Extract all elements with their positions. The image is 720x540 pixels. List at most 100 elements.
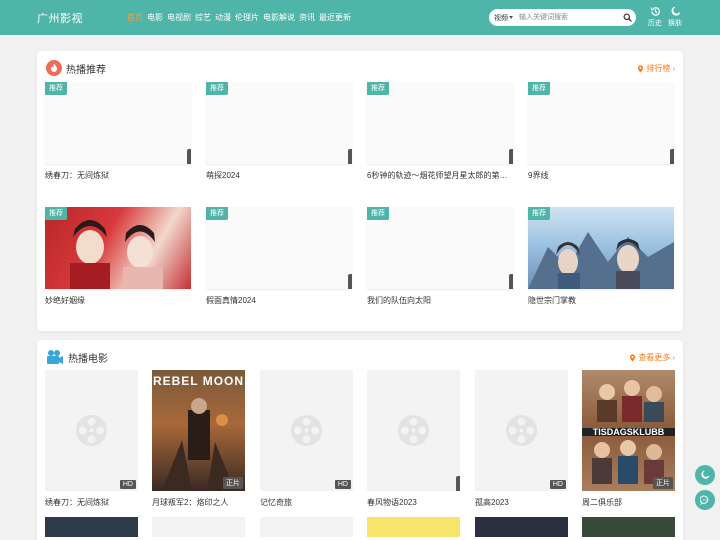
- poster: REBEL MOON 正片: [152, 370, 245, 491]
- film-reel-icon: [505, 414, 538, 447]
- video-card[interactable]: 推荐 我们的队伍向太阳: [367, 207, 513, 306]
- main-nav: 首页 电影 电视剧 综艺 动漫 伦理片 电影解说 资讯 最近更新: [127, 12, 351, 23]
- movie-card-peek[interactable]: [45, 517, 138, 537]
- quality-badge: HD: [119, 480, 136, 489]
- recommend-badge: 推荐: [367, 207, 389, 220]
- movie-title[interactable]: 周二俱乐部: [582, 497, 675, 508]
- chevron-right-icon: ›: [672, 64, 675, 73]
- history-button[interactable]: 历史: [645, 6, 665, 28]
- video-card[interactable]: 推荐 妙绝好姻缘: [45, 207, 191, 306]
- quality-badge: 正片: [653, 477, 673, 489]
- recommend-badge: 推荐: [45, 207, 67, 220]
- search-type-select[interactable]: 视频: [494, 13, 508, 23]
- thumbnail: 推荐: [528, 82, 674, 164]
- section-header: 热播推荐: [46, 59, 106, 77]
- movie-card[interactable]: HD 孤高2023: [475, 370, 568, 508]
- movie-card-peek[interactable]: [475, 517, 568, 537]
- location-pin-icon: [638, 64, 644, 73]
- video-title[interactable]: 妙绝好姻缘: [45, 295, 191, 306]
- poster: HD: [260, 370, 353, 491]
- video-title[interactable]: 绣春刀：无间炼狱: [45, 170, 191, 181]
- film-reel-icon: [290, 414, 323, 447]
- nav-news[interactable]: 资讯: [299, 12, 315, 23]
- theme-label: 换肤: [668, 20, 682, 27]
- movie-card[interactable]: 春风物语2023: [367, 370, 460, 508]
- movie-camera-icon: [47, 350, 63, 364]
- nav-variety[interactable]: 综艺: [195, 12, 211, 23]
- nav-commentary[interactable]: 电影解说: [263, 12, 295, 23]
- movie-card[interactable]: HD 记忆奇旅: [260, 370, 353, 508]
- recommend-badge: 推荐: [206, 82, 228, 95]
- thumbnail: 推荐: [367, 207, 513, 289]
- hot-recommend-panel: 热播推荐 排行榜 › 推荐 绣春刀：无间炼狱 推荐 萌探2024 推荐 6秒钟的…: [37, 51, 683, 331]
- movie-card[interactable]: HD 绣春刀：无间炼狱: [45, 370, 138, 508]
- quality-badge: HD: [549, 480, 566, 489]
- nav-home[interactable]: 首页: [127, 12, 143, 23]
- chat-button[interactable]: [695, 490, 715, 510]
- movie-card[interactable]: TISDAGSKLUBB 正片 周二俱乐部: [582, 370, 675, 508]
- moon-icon: [671, 6, 680, 16]
- history-label: 历史: [648, 20, 662, 27]
- section-title: 热播推荐: [66, 64, 106, 76]
- video-title[interactable]: 我们的队伍向太阳: [367, 295, 513, 306]
- poster-art: [70, 220, 163, 289]
- movie-card-peek[interactable]: [367, 517, 460, 537]
- section-title: 热播电影: [68, 353, 108, 365]
- site-logo[interactable]: 广州影视: [37, 10, 83, 26]
- poster: HD: [475, 370, 568, 491]
- section-header: 热播电影: [46, 348, 108, 366]
- moon-icon: [701, 470, 710, 479]
- movie-card-peek[interactable]: [582, 517, 675, 537]
- poster-art: [528, 232, 674, 289]
- chat-icon: [700, 495, 709, 505]
- recommend-badge: 推荐: [528, 207, 550, 220]
- nav-ethics[interactable]: 伦理片: [235, 12, 259, 23]
- ranking-label: 排行榜: [646, 64, 671, 73]
- search-input[interactable]: [519, 12, 615, 23]
- nav-latest[interactable]: 最近更新: [319, 12, 351, 23]
- movie-title[interactable]: 春风物语2023: [367, 497, 460, 508]
- movie-title[interactable]: 月球叛军2：烙印之人: [152, 497, 245, 508]
- video-title[interactable]: 萌探2024: [206, 170, 352, 181]
- video-title[interactable]: 隐世宗门掌教: [528, 295, 674, 306]
- poster: HD: [45, 370, 138, 491]
- location-pin-icon: [630, 353, 636, 362]
- search-box: 视频: [489, 9, 636, 26]
- nav-anime[interactable]: 动漫: [215, 12, 231, 23]
- thumbnail: 推荐: [206, 82, 352, 164]
- video-card[interactable]: 推荐 6秒钟的轨迹～烟花师望月星太郎的第…: [367, 82, 513, 181]
- theme-toggle-button[interactable]: [695, 465, 715, 485]
- thumbnail: 推荐: [528, 207, 674, 289]
- thumbnail: 推荐: [367, 82, 513, 164]
- theme-button[interactable]: 换肤: [665, 6, 685, 28]
- video-card[interactable]: 推荐 假面真情2024: [206, 207, 352, 306]
- video-title[interactable]: 6秒钟的轨迹～烟花师望月星太郎的第…: [367, 170, 513, 181]
- video-card[interactable]: 推荐 隐世宗门掌教: [528, 207, 674, 306]
- movie-card[interactable]: REBEL MOON 正片 月球叛军2：烙印之人: [152, 370, 245, 508]
- video-card[interactable]: 推荐 9界线: [528, 82, 674, 181]
- play-handle: [187, 149, 191, 164]
- nav-movies[interactable]: 电影: [147, 12, 163, 23]
- chevron-down-icon: [509, 16, 513, 19]
- recommend-badge: 推荐: [45, 82, 67, 95]
- view-more-link[interactable]: 查看更多 ›: [629, 352, 675, 363]
- movie-card-peek[interactable]: [152, 517, 245, 537]
- nav-tv[interactable]: 电视剧: [167, 12, 191, 23]
- video-card[interactable]: 推荐 绣春刀：无间炼狱: [45, 82, 191, 181]
- search-icon[interactable]: [623, 13, 632, 22]
- recommend-badge: 推荐: [528, 82, 550, 95]
- video-card[interactable]: 推荐 萌探2024: [206, 82, 352, 181]
- poster-title: TISDAGSKLUBB: [592, 427, 665, 437]
- movie-title[interactable]: 孤高2023: [475, 497, 568, 508]
- video-title[interactable]: 9界线: [528, 170, 674, 181]
- movie-title[interactable]: 记忆奇旅: [260, 497, 353, 508]
- film-reel-icon: [397, 414, 430, 447]
- video-title[interactable]: 假面真情2024: [206, 295, 352, 306]
- recommend-badge: 推荐: [206, 207, 228, 220]
- ranking-link[interactable]: 排行榜 ›: [637, 63, 675, 74]
- thumbnail: 推荐: [45, 207, 191, 289]
- play-handle: [348, 149, 352, 164]
- movie-title[interactable]: 绣春刀：无间炼狱: [45, 497, 138, 508]
- movie-card-peek[interactable]: [260, 517, 353, 537]
- play-handle: [509, 274, 513, 289]
